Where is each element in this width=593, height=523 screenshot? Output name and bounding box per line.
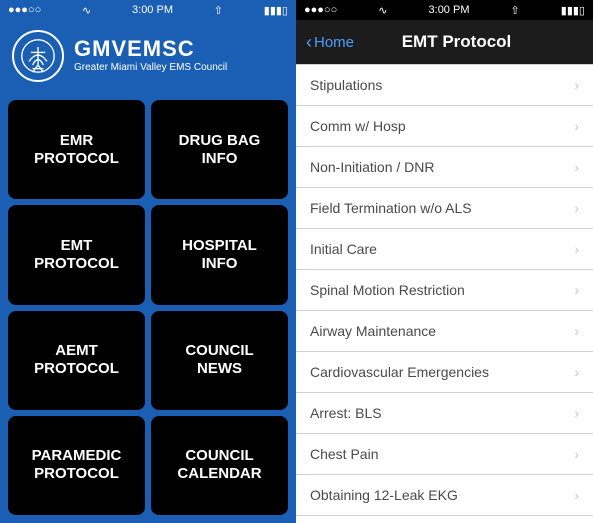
list-item[interactable]: Field Termination w/o ALS › [296,188,593,229]
list-item[interactable]: Cardiovascular Emergencies › [296,352,593,393]
hospital-info-button[interactable]: HOSPITALINFO [151,205,288,304]
logo-circle [12,30,64,82]
list-item-text: Cardiovascular Emergencies [310,364,489,380]
chevron-right-icon: › [574,364,579,380]
arrow-icon-right: ⇧ [511,4,520,17]
chevron-right-icon: › [574,323,579,339]
time-right: 3:00 PM [429,4,470,16]
list-item[interactable]: Bradycardia› [296,516,593,523]
chevron-right-icon: › [574,405,579,421]
list-item[interactable]: Arrest: BLS › [296,393,593,434]
emr-protocol-button[interactable]: EMRPROTOCOL [8,100,145,199]
list-item-text: Arrest: BLS [310,405,382,421]
left-panel: ●●●○○ ∿ 3:00 PM ⇧ ▮▮▮▯ GMVEMSC Greater M… [0,0,296,523]
time-left: 3:00 PM [132,4,173,16]
chevron-right-icon: › [574,200,579,216]
battery-left: ▮▮▮▯ [264,4,288,17]
list-item-text: Spinal Motion Restriction [310,282,465,298]
list-item-text: Field Termination w/o ALS [310,200,472,216]
status-bar-right: ●●●○○ ∿ 3:00 PM ⇧ ▮▮▮▯ [296,0,593,20]
list-item-text: Comm w/ Hosp [310,118,406,134]
chevron-right-icon: › [574,118,579,134]
list-item-text: Stipulations [310,77,382,93]
council-news-button[interactable]: COUNCILNEWS [151,311,288,410]
chevron-right-icon: › [574,446,579,462]
app-subtitle: Greater Miami Valley EMS Council [74,62,227,74]
drug-bag-info-button[interactable]: DRUG BAGINFO [151,100,288,199]
chevron-right-icon: › [574,282,579,298]
list-item-text: Initial Care [310,241,377,257]
signal-dots-right: ●●●○○ [304,4,337,16]
grid-buttons: EMRPROTOCOL DRUG BAGINFO EMTPROTOCOL HOS… [0,92,296,523]
logo-svg [20,38,56,74]
list-item[interactable]: Spinal Motion Restriction › [296,270,593,311]
nav-bar: ‹ Home EMT Protocol [296,20,593,64]
paramedic-protocol-button[interactable]: PARAMEDICPROTOCOL [8,416,145,515]
header-text: GMVEMSC Greater Miami Valley EMS Council [74,38,227,74]
header-logo: GMVEMSC Greater Miami Valley EMS Council [0,20,296,92]
arrow-icon: ⇧ [214,4,223,17]
list-item[interactable]: Comm w/ Hosp › [296,106,593,147]
chevron-right-icon: › [574,487,579,503]
emt-protocol-button[interactable]: EMTPROTOCOL [8,205,145,304]
back-label: Home [314,34,354,51]
chevron-right-icon: › [574,159,579,175]
status-bar-left: ●●●○○ ∿ 3:00 PM ⇧ ▮▮▮▯ [0,0,296,20]
app-title: GMVEMSC [74,38,227,60]
list-item[interactable]: Non-Initiation / DNR › [296,147,593,188]
chevron-right-icon: › [574,241,579,257]
list-item[interactable]: Airway Maintenance › [296,311,593,352]
chevron-right-icon: › [574,77,579,93]
list-item-text: Obtaining 12-Leak EKG [310,487,458,503]
wifi-icon-right: ∿ [378,4,387,17]
list-item-text: Airway Maintenance [310,323,436,339]
chevron-left-icon: ‹ [306,32,312,53]
list-item-text: Chest Pain [310,446,378,462]
list-item-text: Non-Initiation / DNR [310,159,435,175]
nav-title: EMT Protocol [360,32,553,52]
list-item[interactable]: Stipulations › [296,64,593,106]
list-item[interactable]: Initial Care › [296,229,593,270]
battery-right: ▮▮▮▯ [561,4,585,17]
list-item[interactable]: Chest Pain › [296,434,593,475]
council-calendar-button[interactable]: COUNCILCALENDAR [151,416,288,515]
right-panel: ●●●○○ ∿ 3:00 PM ⇧ ▮▮▮▯ ‹ Home EMT Protoc… [296,0,593,523]
back-button[interactable]: ‹ Home [306,32,354,53]
signal-dots-left: ●●●○○ [8,4,41,16]
list-item[interactable]: Obtaining 12-Leak EKG › [296,475,593,516]
wifi-icon: ∿ [82,4,91,17]
aemt-protocol-button[interactable]: AEMTPROTOCOL [8,311,145,410]
protocol-list[interactable]: Stipulations›Comm w/ Hosp›Non-Initiation… [296,64,593,523]
